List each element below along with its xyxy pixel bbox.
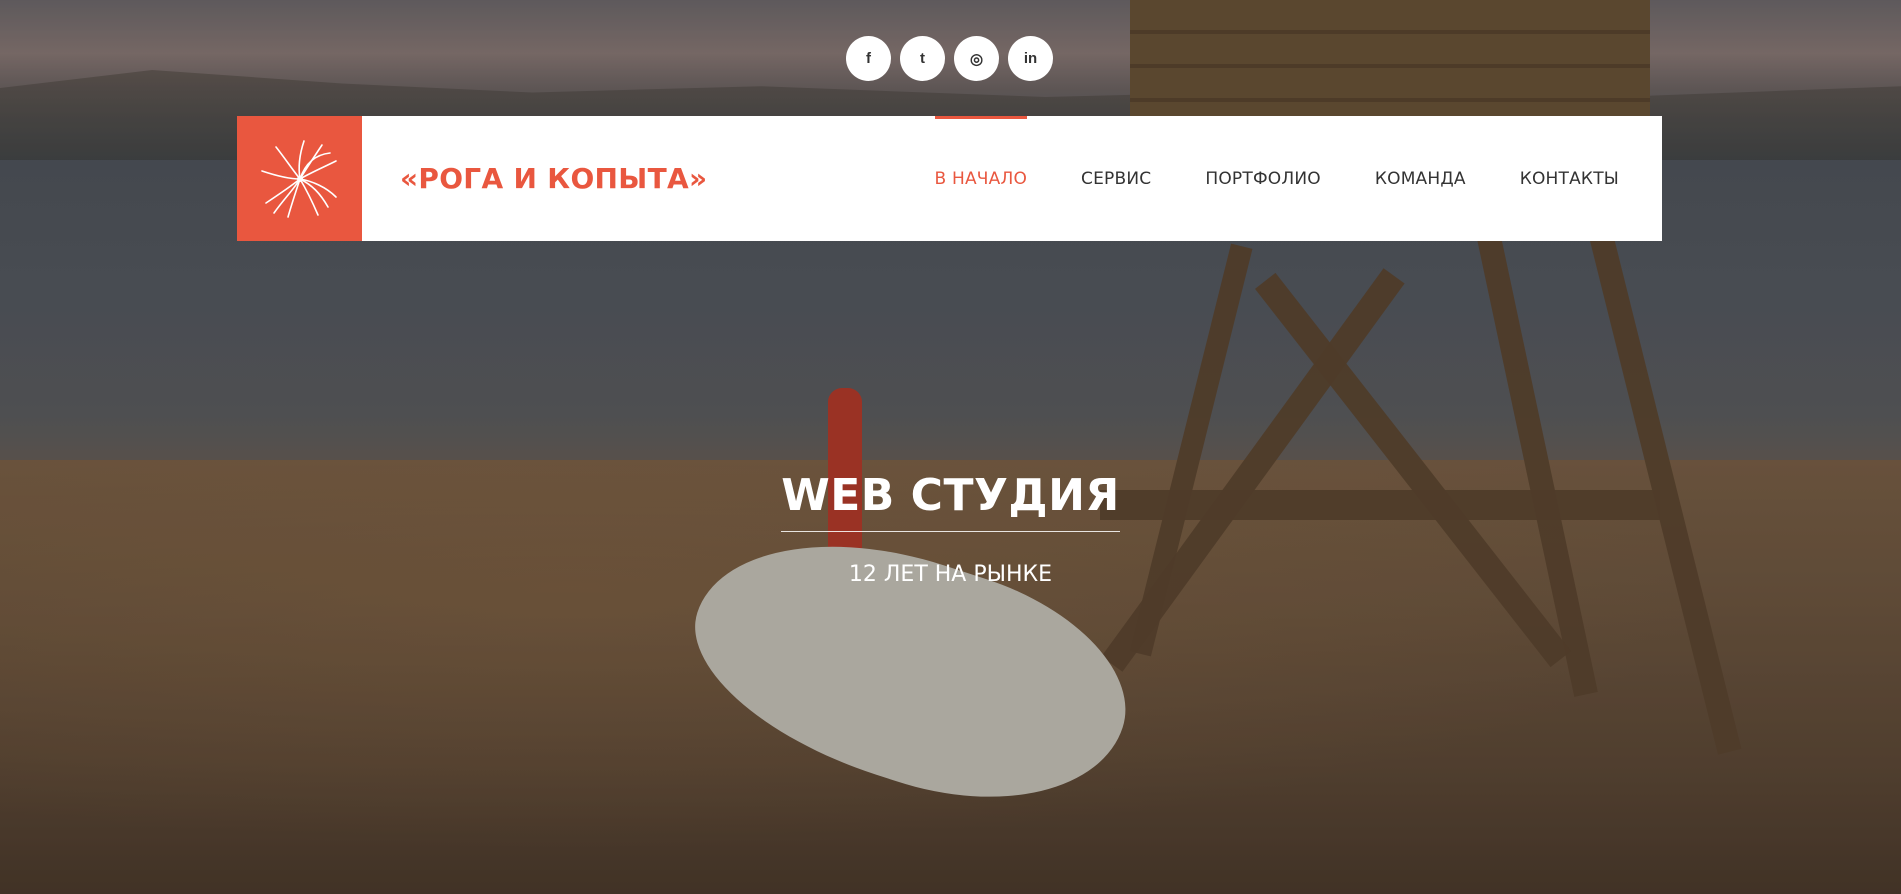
social-links: f t ◎ in (846, 36, 1053, 81)
nav-item-home[interactable]: В НАЧАЛО (934, 116, 1028, 241)
nav-item-portfolio[interactable]: ПОРТФОЛИО (1205, 116, 1321, 241)
brand-name[interactable]: «РОГА И КОПЫТА» (400, 162, 707, 195)
nav-item-team[interactable]: КОМАНДА (1375, 116, 1466, 241)
hero-title: WEB СТУДИЯ (781, 470, 1120, 532)
hero-subtitle: 12 ЛЕТ НА РЫНКЕ (848, 562, 1053, 587)
facebook-icon[interactable]: f (846, 36, 891, 81)
nav-item-service[interactable]: СЕРВИС (1081, 116, 1151, 241)
starburst-logo-icon (260, 139, 337, 218)
site-header: «РОГА И КОПЫТА» В НАЧАЛО СЕРВИС ПОРТФОЛИ… (237, 116, 1662, 241)
nav-item-contacts[interactable]: КОНТАКТЫ (1520, 116, 1619, 241)
hero-content: WEB СТУДИЯ 12 ЛЕТ НА РЫНКЕ (0, 470, 1901, 587)
main-nav: В НАЧАЛО СЕРВИС ПОРТФОЛИО КОМАНДА КОНТАК… (934, 116, 1620, 241)
twitter-icon[interactable]: t (900, 36, 945, 81)
logo[interactable] (237, 116, 362, 241)
dribbble-icon[interactable]: ◎ (954, 36, 999, 81)
linkedin-icon[interactable]: in (1008, 36, 1053, 81)
